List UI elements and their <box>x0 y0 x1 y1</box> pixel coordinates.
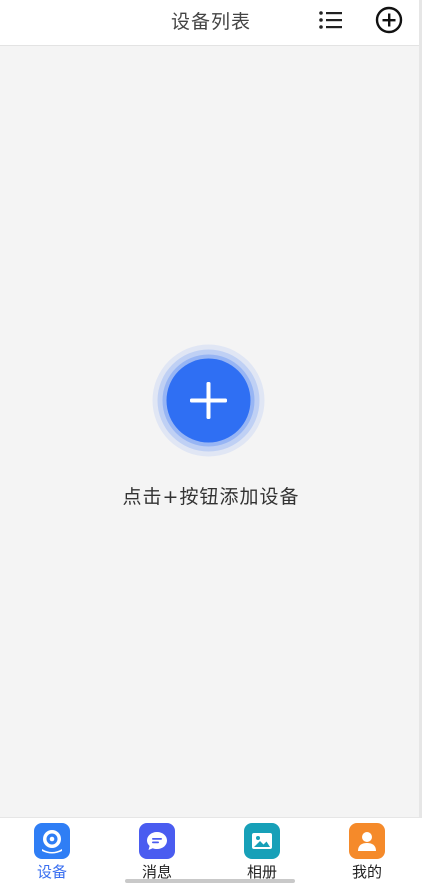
empty-hint-text: 点击+按钮添加设备 <box>122 486 300 508</box>
message-icon <box>139 823 175 859</box>
tab-label: 我的 <box>351 863 382 881</box>
tab-label: 设备 <box>36 863 67 881</box>
tab-devices[interactable]: 设备 <box>22 823 82 882</box>
tab-bar: 设备 消息 相册 我的 <box>0 817 422 885</box>
tab-album[interactable]: 相册 <box>232 823 292 882</box>
home-indicator <box>125 879 295 883</box>
tab-me[interactable]: 我的 <box>337 823 397 882</box>
add-device-button[interactable] <box>152 344 265 457</box>
tab-messages[interactable]: 消息 <box>127 823 187 882</box>
camera-icon <box>34 823 70 859</box>
page-title: 设备列表 <box>170 11 251 33</box>
plus-icon <box>152 344 265 457</box>
top-bar: 设备列表 <box>0 0 422 46</box>
photo-icon <box>244 823 280 859</box>
list-icon[interactable] <box>317 6 345 34</box>
person-icon <box>349 823 385 859</box>
plus-circle-icon[interactable] <box>375 6 403 34</box>
